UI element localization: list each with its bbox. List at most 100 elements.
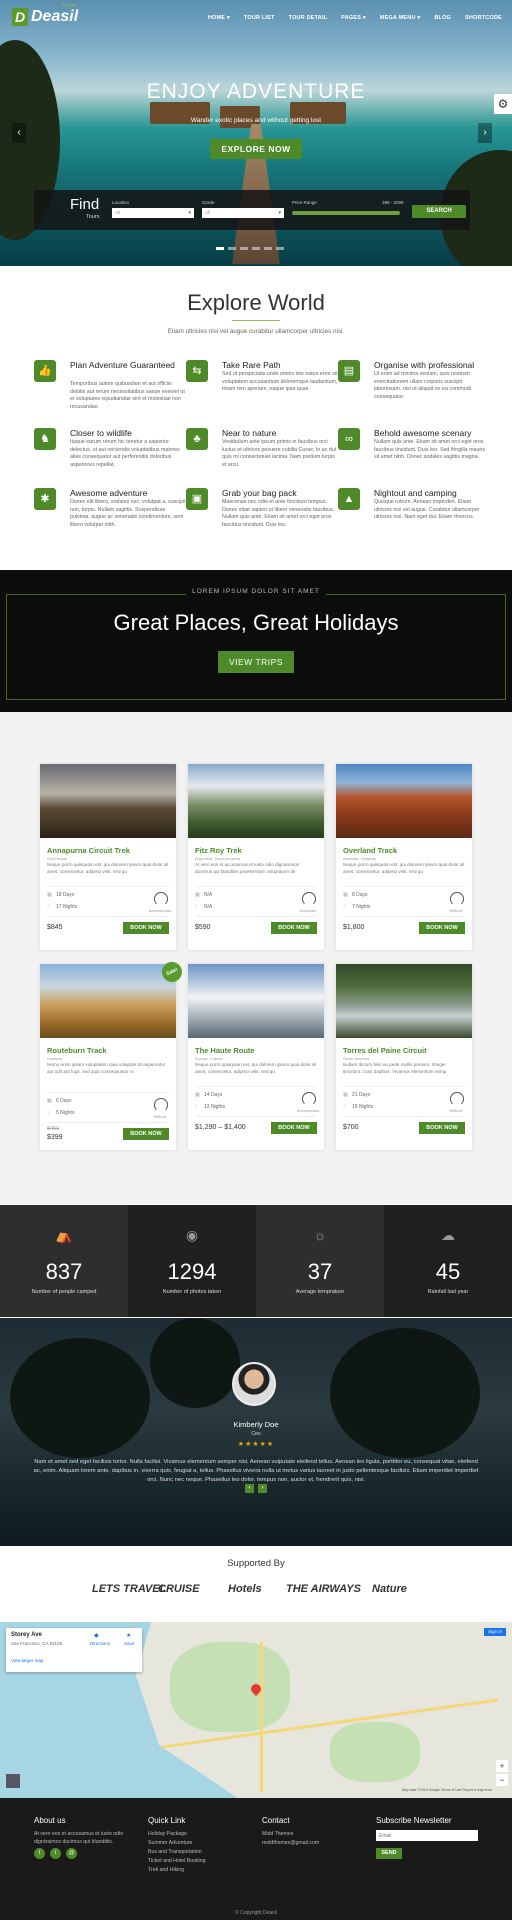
divider	[195, 916, 317, 917]
nav-shortcode[interactable]: SHORTCODE	[465, 15, 502, 21]
view-larger-map-link[interactable]: View larger map	[11, 1658, 43, 1663]
facebook-icon[interactable]: f	[34, 1848, 45, 1859]
zoom-in-icon[interactable]: +	[496, 1760, 508, 1772]
trip-image[interactable]	[336, 964, 472, 1038]
newsletter-email-input[interactable]	[376, 1830, 478, 1841]
nav-mega-menu[interactable]: MEGA MENU ▾	[380, 15, 421, 21]
footer-about-title: About us	[34, 1816, 66, 1825]
search-button[interactable]: SEARCH	[412, 205, 466, 218]
trip-name[interactable]: Overland Track	[343, 846, 397, 855]
trip-card[interactable]: Fitz Roy Trek Argentina, South America A…	[188, 764, 324, 950]
slider-dot[interactable]	[240, 247, 248, 250]
nav-home[interactable]: HOME ▾	[208, 15, 230, 21]
location-select[interactable]: All ▾	[112, 208, 194, 218]
directions-link[interactable]: Directions	[90, 1641, 110, 1646]
trip-days: 14 Days	[204, 1092, 223, 1098]
book-now-button[interactable]: BOOK NOW	[419, 922, 465, 934]
gear-icon[interactable]: ⚙	[494, 94, 512, 114]
map[interactable]: Storey Ave San Francisco, CA 94129 View …	[0, 1622, 512, 1798]
book-now-button[interactable]: BOOK NOW	[123, 922, 169, 934]
trip-days: 8 Days	[352, 892, 368, 898]
price-slider[interactable]	[292, 211, 400, 215]
slider-dot[interactable]	[252, 247, 260, 250]
slider-dot[interactable]	[276, 247, 284, 250]
stat-block: ⛺ 837 Number of people camped	[0, 1205, 128, 1317]
next-arrow-icon[interactable]: ›	[478, 123, 492, 143]
trip-name[interactable]: Routeburn Track	[47, 1046, 107, 1055]
trip-nights: 19 Nights	[352, 1104, 374, 1110]
trip-card[interactable]: Overland Track Australia, Oceania Neque …	[336, 764, 472, 950]
slider-dot[interactable]	[264, 247, 272, 250]
twitter-icon[interactable]: t	[50, 1848, 61, 1859]
footer-link[interactable]: Holiday Package	[148, 1830, 187, 1838]
trip-name[interactable]: Fitz Roy Trek	[195, 846, 242, 855]
binoculars-icon: ∞	[338, 428, 360, 450]
book-now-button[interactable]: BOOK NOW	[271, 922, 317, 934]
trip-days: 21 Days	[352, 1092, 371, 1098]
tree-icon: ♣	[186, 428, 208, 450]
logo[interactable]: D Deasil Travel	[12, 3, 78, 26]
brand-logo: CRUISE	[158, 1583, 200, 1595]
tours-label: Tours	[86, 214, 100, 220]
trip-card[interactable]: Routeburn Track Oceania Nemo enim ipsam …	[40, 964, 176, 1150]
brand-logo: Hotels	[228, 1583, 262, 1595]
book-now-button[interactable]: BOOK NOW	[419, 1122, 465, 1134]
trip-nights: N/A	[204, 904, 213, 910]
trip-card[interactable]: Annapurna Circuit Trek Gold Nepal Neque …	[40, 764, 176, 950]
trip-days: N/A	[204, 892, 213, 898]
directions-icon[interactable]: ◆	[94, 1632, 99, 1639]
grade-select[interactable]: All ▾	[202, 208, 284, 218]
trip-name[interactable]: Annapurna Circuit Trek	[47, 846, 130, 855]
divider	[343, 886, 465, 887]
footer-link[interactable]: Ticket and Hotel Booking	[148, 1857, 205, 1865]
brand-logo: LETS TRAVEL	[92, 1583, 167, 1595]
trip-nights: 5 Nights	[56, 1110, 75, 1116]
satellite-toggle[interactable]	[6, 1774, 20, 1788]
trip-nights: 7 Nights	[352, 904, 371, 910]
trip-image[interactable]	[188, 764, 324, 838]
trip-location: Gold Nepal	[47, 856, 68, 861]
trip-name[interactable]: The Haute Route	[195, 1046, 255, 1055]
moon-icon: ☾	[343, 1104, 348, 1110]
nav-blog[interactable]: BLOG	[434, 15, 451, 21]
footer-link[interactable]: Bus and Transportation	[148, 1848, 202, 1856]
trip-image[interactable]	[40, 764, 176, 838]
star-icon[interactable]: ★	[126, 1632, 131, 1639]
trip-image[interactable]	[40, 964, 176, 1038]
gauge-icon	[450, 1092, 464, 1106]
slider-dot[interactable]	[228, 247, 236, 250]
zoom-out-icon[interactable]: −	[496, 1774, 508, 1786]
trip-image[interactable]	[336, 764, 472, 838]
slider-dot[interactable]	[216, 247, 224, 250]
email-icon[interactable]: @	[66, 1848, 77, 1859]
next-icon[interactable]: ›	[258, 1484, 267, 1493]
stat-label: Number of people camped	[31, 1289, 97, 1295]
nav-pages[interactable]: PAGES ▾	[341, 15, 366, 21]
send-button[interactable]: SEND	[376, 1848, 402, 1859]
trip-card[interactable]: The Haute Route Europe, France Neque por…	[188, 964, 324, 1150]
sun-icon: ☼	[313, 1227, 327, 1243]
nav-tour-detail[interactable]: TOUR DETAIL	[289, 15, 328, 21]
explore-now-button[interactable]: EXPLORE NOW	[210, 139, 302, 159]
explore-title: Explore World	[187, 290, 325, 315]
backpack-icon: ▣	[186, 488, 208, 510]
trip-name[interactable]: Torres del Paine Circuit	[343, 1046, 427, 1055]
nav-tour-list[interactable]: TOUR LIST	[244, 15, 275, 21]
trip-location: Argentina, South America	[195, 856, 241, 861]
testimonial-role: Ceo	[251, 1431, 261, 1437]
footer-link[interactable]: Trek and Hiking	[148, 1866, 184, 1874]
view-trips-button[interactable]: VIEW TRIPS	[218, 651, 294, 673]
book-now-button[interactable]: BOOK NOW	[271, 1122, 317, 1134]
sign-in-button[interactable]: Sign in	[484, 1628, 506, 1636]
hero-banner: D Deasil Travel HOME ▾ TOUR LIST TOUR DE…	[0, 0, 512, 266]
prev-icon[interactable]: ‹	[245, 1484, 254, 1493]
divider	[47, 916, 169, 917]
trip-card[interactable]: Torres del Paine Circuit South America N…	[336, 964, 472, 1150]
rating-stars: ★★★★★	[237, 1441, 275, 1448]
footer-link[interactable]: Summer Adventure	[148, 1839, 192, 1847]
book-now-button[interactable]: BOOK NOW	[123, 1128, 169, 1140]
footer-email[interactable]: moldthemes@gmail.com	[262, 1839, 319, 1847]
trip-image[interactable]	[188, 964, 324, 1038]
save-link[interactable]: Save	[124, 1641, 134, 1646]
prev-arrow-icon[interactable]: ‹	[12, 123, 26, 143]
